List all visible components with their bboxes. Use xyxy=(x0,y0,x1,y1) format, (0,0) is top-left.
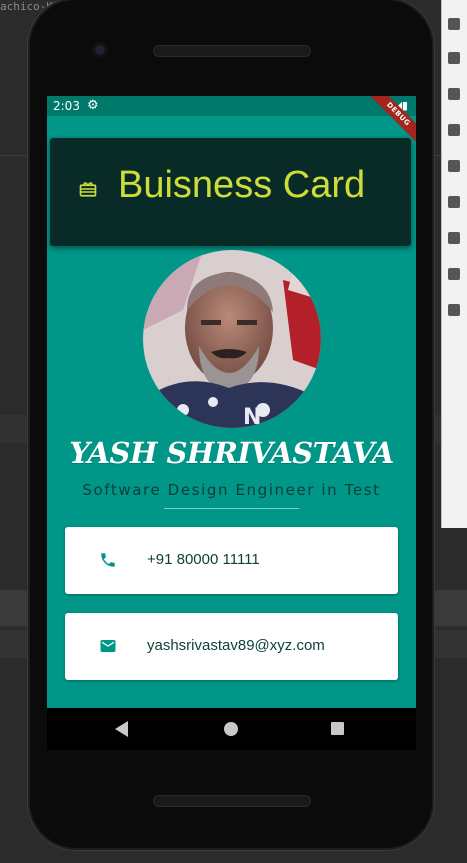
bottom-speaker xyxy=(153,795,311,807)
phone-contact-card[interactable]: +91 80000 11111 xyxy=(65,527,398,594)
top-speaker xyxy=(153,45,311,57)
toolbar-icon[interactable] xyxy=(448,124,460,136)
toolbar-icon[interactable] xyxy=(448,196,460,208)
toolbar-icon[interactable] xyxy=(448,18,460,30)
divider xyxy=(164,508,299,509)
phone-icon xyxy=(101,553,115,567)
app-bar: Buisness Card xyxy=(50,138,411,246)
recent-apps-icon[interactable] xyxy=(331,722,344,735)
phone-number: +91 80000 11111 xyxy=(147,551,260,568)
home-icon[interactable] xyxy=(224,722,238,736)
email-contact-card[interactable]: yashsrivastav89@xyz.com xyxy=(65,613,398,680)
toolbar-icon[interactable] xyxy=(448,232,460,244)
card-giftcard-icon xyxy=(79,182,97,197)
email-icon xyxy=(100,640,116,652)
gear-icon: ⚙ xyxy=(87,98,99,113)
profile-avatar: N xyxy=(143,250,321,428)
email-address: yashsrivastav89@xyz.com xyxy=(147,637,325,654)
toolbar-icon[interactable] xyxy=(448,52,460,64)
profile-title: Software Design Engineer in Test xyxy=(82,481,381,499)
back-icon[interactable] xyxy=(115,721,128,737)
status-bar: 2:03 ⚙ ▼◢▮ xyxy=(47,96,416,116)
app-screen: 2:03 ⚙ ▼◢▮ DEBUG Buisness Card xyxy=(47,96,416,708)
toolbar-icon[interactable] xyxy=(448,304,460,316)
profile-name: YASH SHRIVASTAVA xyxy=(69,436,394,470)
emulator-toolbar xyxy=(441,0,467,528)
status-time: 2:03 xyxy=(53,99,80,113)
toolbar-icon[interactable] xyxy=(448,88,460,100)
page-title: Buisness Card xyxy=(118,164,366,206)
toolbar-icon[interactable] xyxy=(448,268,460,280)
navigation-bar xyxy=(47,708,416,750)
svg-text:N: N xyxy=(243,405,261,428)
toolbar-icon[interactable] xyxy=(448,160,460,172)
front-camera xyxy=(92,42,108,58)
